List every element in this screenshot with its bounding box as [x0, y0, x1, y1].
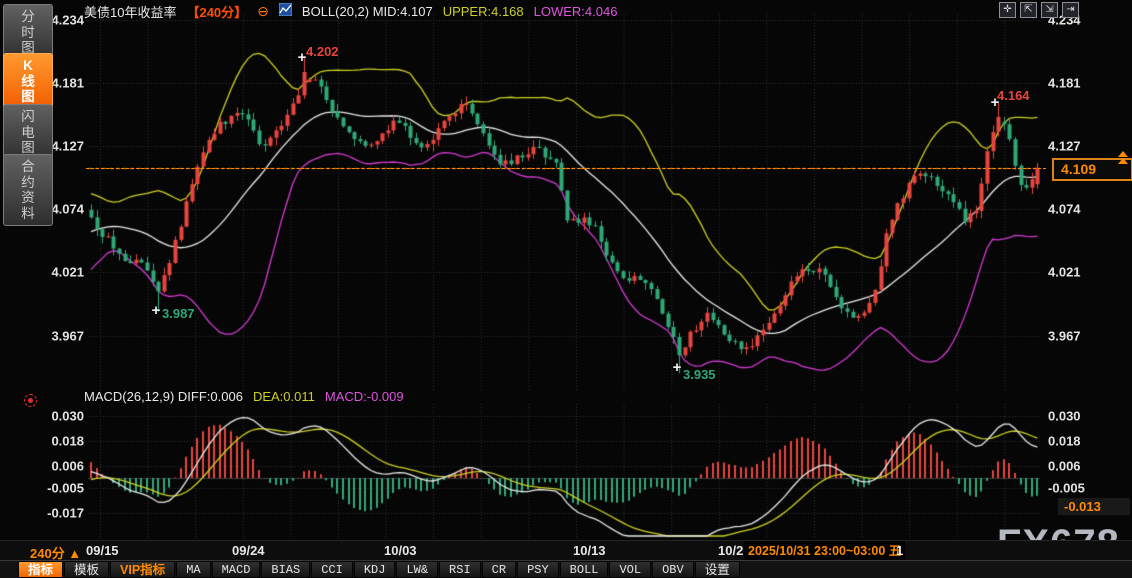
toolbar-button-MACD[interactable]: MACD [212, 561, 261, 578]
crosshair-mark: + [991, 94, 1000, 111]
toolbar-button-MA[interactable]: MA [176, 561, 210, 578]
chart-app: 美债10年收益率 【240分】 ⊖ BOLL(20,2) MID:4.107 U… [0, 0, 1132, 578]
sidebar-tab-闪电图[interactable]: 闪电图 [3, 104, 53, 161]
macd-tick-left: 0.018 [0, 433, 84, 448]
bottom-toolbar: 指标模板VIP指标MAMACDBIASCCIKDJLW&RSICRPSYBOLL… [0, 560, 1132, 578]
extreme-label-4.164: 4.164 [997, 88, 1030, 103]
macd-last-value-box: -0.013 [1058, 498, 1130, 515]
crosshair-mark: + [298, 49, 307, 66]
macd-tick-right: 0.006 [1048, 458, 1128, 473]
date-tick: 10/03 [384, 543, 417, 558]
macd-tick-right: -0.005 [1048, 481, 1128, 496]
sidebar-tab-K线图[interactable]: K线图 [3, 53, 53, 110]
toolbar-button-OBV[interactable]: OBV [652, 561, 694, 578]
macd-tick-left: -0.017 [0, 506, 84, 521]
chart-header: 美债10年收益率 【240分】 ⊖ BOLL(20,2) MID:4.107 U… [84, 3, 617, 19]
price-tick-right: 3.967 [1048, 328, 1128, 343]
boll-indicator-icon [279, 3, 292, 19]
toolbar-button-BOLL[interactable]: BOLL [560, 561, 609, 578]
price-tick-left: 4.021 [0, 264, 84, 279]
date-tick: 10/2 [718, 543, 743, 558]
shift-axis-icon[interactable]: ⇥ [1062, 2, 1079, 18]
toolbar-button-RSI[interactable]: RSI [439, 561, 481, 578]
date-tick: 09/24 [232, 543, 265, 558]
crosshair-mark: + [673, 359, 682, 376]
price-tick-right: 4.021 [1048, 264, 1128, 279]
toolbar-button-PSY[interactable]: PSY [517, 561, 559, 578]
macd-tick-left: 0.030 [0, 408, 84, 423]
price-tick-right: 4.181 [1048, 75, 1128, 90]
extreme-label-3.987: 3.987 [162, 306, 195, 321]
price-tick-left: 3.967 [0, 328, 84, 343]
bar-tooltip: 2025/10/31 23:00~03:00 五 [744, 541, 905, 561]
toolbar-button-VOL[interactable]: VOL [609, 561, 651, 578]
toolbar-button-LW&[interactable]: LW& [396, 561, 438, 578]
last-price-line [86, 168, 1046, 169]
toolbar-button-模板[interactable]: 模板 [64, 561, 109, 578]
toolbar-button-KDJ[interactable]: KDJ [354, 561, 396, 578]
price-tick-right: 4.127 [1048, 139, 1128, 154]
chart-tool-icons: ✛⇱⇲⇥ [999, 2, 1079, 18]
toolbar-button-BIAS[interactable]: BIAS [261, 561, 310, 578]
main-chart-canvas[interactable] [88, 14, 1040, 391]
scale-right-axis-icon[interactable]: ⇲ [1041, 2, 1058, 18]
extreme-label-4.202: 4.202 [306, 44, 339, 59]
time-axis: 240分 ▲ 2025/10/31 23:00~03:00 五 1 09/150… [0, 540, 1132, 561]
date-tick: 09/15 [86, 543, 119, 558]
macd-tick-left: 0.006 [0, 458, 84, 473]
toolbar-button-CR[interactable]: CR [482, 561, 516, 578]
price-marker-icon[interactable] [1118, 151, 1128, 165]
macd-diff-label: MACD(26,12,9) DIFF:0.006 [84, 389, 243, 404]
toolbar-button-VIP指标[interactable]: VIP指标 [110, 561, 175, 578]
scale-left-axis-icon[interactable]: ⇱ [1020, 2, 1037, 18]
toolbar-button-指标[interactable]: 指标 [18, 561, 63, 578]
date-tick: 10/13 [573, 543, 606, 558]
sidebar-tab-合约资料[interactable]: 合约资料 [3, 154, 53, 226]
boll-upper-label: UPPER:4.168 [443, 4, 524, 19]
zoom-out-icon[interactable]: ⊖ [257, 5, 269, 17]
period-tag: 【240分】 [186, 2, 247, 21]
macd-tick-right: 0.030 [1048, 408, 1128, 423]
boll-lower-label: LOWER:4.046 [534, 4, 618, 19]
boll-mid-label: BOLL(20,2) MID:4.107 [302, 4, 433, 19]
macd-chart-canvas[interactable] [88, 404, 1040, 539]
macd-header: MACD(26,12,9) DIFF:0.006 DEA:0.011 MACD:… [84, 389, 404, 404]
indicator-alert-icon[interactable] [24, 394, 37, 407]
macd-tick-right: 0.018 [1048, 433, 1128, 448]
pan-icon[interactable]: ✛ [999, 2, 1016, 18]
toolbar-button-CCI[interactable]: CCI [311, 561, 353, 578]
toolbar-button-设置[interactable]: 设置 [695, 561, 740, 578]
bar-tooltip-suffix: 1 [896, 543, 903, 558]
macd-tick-left: -0.005 [0, 481, 84, 496]
price-tick-right: 4.074 [1048, 202, 1128, 217]
crosshair-mark: + [152, 302, 161, 319]
instrument-title: 美债10年收益率 [84, 2, 176, 21]
macd-value-label: MACD:-0.009 [325, 389, 404, 404]
extreme-label-3.935: 3.935 [683, 367, 716, 382]
macd-dea-label: DEA:0.011 [253, 389, 315, 404]
